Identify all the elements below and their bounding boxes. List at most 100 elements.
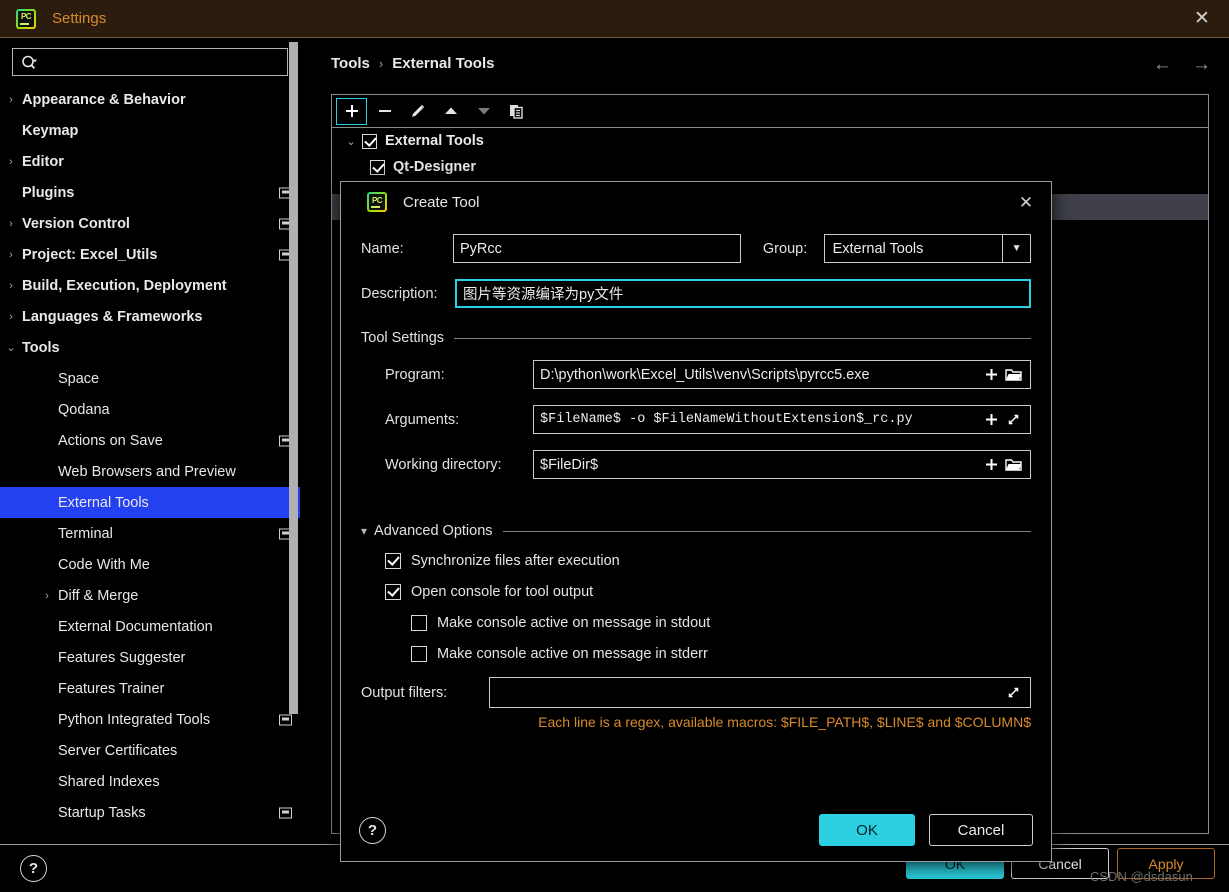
close-icon[interactable]: ✕ (1191, 8, 1213, 30)
program-field[interactable] (533, 360, 1031, 389)
sidebar-item-label: Actions on Save (58, 432, 163, 449)
working-directory-field[interactable] (533, 450, 1031, 479)
breadcrumb-parent[interactable]: Tools (331, 55, 370, 72)
chevron-right-icon[interactable]: › (0, 280, 22, 292)
insert-macro-icon[interactable] (980, 409, 1002, 431)
sidebar-item-python-integrated-tools[interactable]: Python Integrated Tools (0, 704, 300, 735)
arrow-left-icon[interactable]: ← (1153, 55, 1172, 74)
arguments-input[interactable] (540, 412, 980, 427)
sidebar-item-external-documentation[interactable]: External Documentation (0, 611, 300, 642)
checkbox-row[interactable]: Make console active on message in stdout (385, 615, 1031, 631)
chevron-right-icon[interactable]: › (36, 590, 58, 602)
expand-icon[interactable] (1002, 409, 1024, 431)
checkbox[interactable] (411, 646, 427, 662)
chevron-down-icon[interactable]: ▾ (361, 524, 367, 538)
dialog-help-button[interactable]: ? (359, 816, 386, 844)
sidebar-item-actions-on-save[interactable]: Actions on Save (0, 425, 300, 456)
tools-tree-label: External Tools (385, 133, 484, 149)
sidebar-item-build-execution-deployment[interactable]: › Build, Execution, Deployment (0, 270, 300, 301)
sidebar-item-server-certificates[interactable]: Server Certificates (0, 735, 300, 766)
settings-category-tree[interactable]: › Appearance & Behavior Keymap › Editor Plugi… (0, 84, 300, 824)
external-tools-list[interactable]: ⌄ External Tools Qt-Designer (332, 128, 1208, 180)
checkbox[interactable] (411, 615, 427, 631)
checkbox[interactable] (385, 553, 401, 569)
tools-tree-checkbox[interactable] (370, 159, 385, 175)
browse-folder-icon[interactable] (1002, 454, 1024, 476)
sidebar-item-languages-frameworks[interactable]: › Languages & Frameworks (0, 301, 300, 332)
checkbox-row[interactable]: Synchronize files after execution (385, 553, 1031, 569)
tools-tree-row[interactable]: ⌄ External Tools (332, 128, 1208, 154)
sidebar-item-keymap[interactable]: Keymap (0, 115, 300, 146)
search-input[interactable] (44, 54, 279, 70)
tools-tree-row[interactable]: Qt-Designer (332, 154, 1208, 180)
sidebar-item-plugins[interactable]: Plugins (0, 177, 300, 208)
tools-tree-checkbox[interactable] (362, 133, 377, 149)
remove-button[interactable] (369, 98, 400, 125)
sidebar-item-features-trainer[interactable]: Features Trainer (0, 673, 300, 704)
browse-folder-icon[interactable] (1002, 364, 1024, 386)
chevron-down-icon[interactable]: ⌄ (340, 135, 362, 148)
expand-icon[interactable] (1002, 682, 1024, 704)
chevron-right-icon[interactable]: › (0, 94, 22, 106)
sidebar-item-appearance-behavior[interactable]: › Appearance & Behavior (0, 84, 300, 115)
chevron-right-icon[interactable]: › (0, 311, 22, 323)
working-directory-input[interactable] (540, 456, 980, 473)
group-combobox[interactable]: External Tools ▼ (823, 234, 1032, 263)
advanced-options-header[interactable]: ▾ Advanced Options (361, 523, 1031, 539)
sidebar-scrollbar[interactable] (289, 42, 298, 714)
checkbox[interactable] (385, 584, 401, 600)
dialog-titlebar: PC Create Tool ✕ (341, 182, 1051, 222)
sidebar-item-code-with-me[interactable]: Code With Me (0, 549, 300, 580)
dialog-ok-button[interactable]: OK (819, 814, 915, 846)
chevron-down-icon[interactable]: ▼ (1002, 235, 1030, 262)
chevron-right-icon[interactable]: › (0, 249, 22, 261)
checkbox-label: Open console for tool output (411, 584, 594, 600)
sidebar-item-space[interactable]: Space (0, 363, 300, 394)
sidebar-item-project-excel-utils[interactable]: › Project: Excel_Utils (0, 239, 300, 270)
sidebar-item-tools[interactable]: ⌄ Tools (0, 332, 300, 363)
output-filters-field[interactable] (489, 677, 1031, 708)
search-box[interactable] (12, 48, 288, 76)
name-field[interactable] (452, 234, 741, 263)
edit-button[interactable] (402, 98, 433, 125)
sidebar-item-web-browsers-and-preview[interactable]: Web Browsers and Preview (0, 456, 300, 487)
sidebar-item-qodana[interactable]: Qodana (0, 394, 300, 425)
checkbox-label: Synchronize files after execution (411, 553, 620, 569)
checkbox-row[interactable]: Make console active on message in stderr (385, 646, 1031, 662)
working-directory-row: Working directory: (361, 450, 1031, 479)
working-directory-label: Working directory: (385, 456, 502, 473)
sidebar-item-external-tools[interactable]: External Tools (0, 487, 300, 518)
dialog-cancel-button[interactable]: Cancel (929, 814, 1033, 846)
sidebar-item-label: Languages & Frameworks (22, 308, 203, 325)
output-filters-input[interactable] (496, 684, 1002, 701)
program-input[interactable] (540, 366, 980, 383)
description-input[interactable] (463, 285, 1023, 302)
sidebar-item-features-suggester[interactable]: Features Suggester (0, 642, 300, 673)
sidebar-item-diff-merge[interactable]: › Diff & Merge (0, 580, 300, 611)
name-input[interactable] (459, 240, 734, 257)
sidebar-item-terminal[interactable]: Terminal (0, 518, 300, 549)
project-scope-icon (279, 807, 292, 818)
insert-macro-icon[interactable] (980, 454, 1002, 476)
sidebar-item-label: Keymap (22, 122, 79, 139)
arguments-field[interactable] (533, 405, 1031, 434)
apply-button[interactable]: Apply (1117, 848, 1215, 879)
help-button[interactable]: ? (20, 855, 47, 882)
chevron-right-icon[interactable]: › (0, 218, 22, 230)
sidebar-item-shared-indexes[interactable]: Shared Indexes (0, 766, 300, 797)
sidebar-item-version-control[interactable]: › Version Control (0, 208, 300, 239)
add-button[interactable] (336, 97, 367, 125)
sidebar-item-editor[interactable]: › Editor (0, 146, 300, 177)
chevron-right-icon[interactable]: › (0, 156, 22, 168)
move-up-button[interactable] (435, 98, 466, 125)
insert-macro-icon[interactable] (980, 364, 1002, 386)
close-icon[interactable]: ✕ (1015, 192, 1037, 214)
sidebar-item-startup-tasks[interactable]: Startup Tasks (0, 797, 300, 824)
arrow-right-icon[interactable]: → (1192, 55, 1211, 74)
description-field[interactable] (455, 279, 1031, 308)
sidebar-item-label: External Documentation (58, 618, 213, 635)
copy-button[interactable] (501, 98, 532, 125)
chevron-down-icon[interactable]: ⌄ (0, 341, 22, 354)
checkbox-row[interactable]: Open console for tool output (385, 584, 1031, 600)
move-down-button[interactable] (468, 98, 499, 125)
